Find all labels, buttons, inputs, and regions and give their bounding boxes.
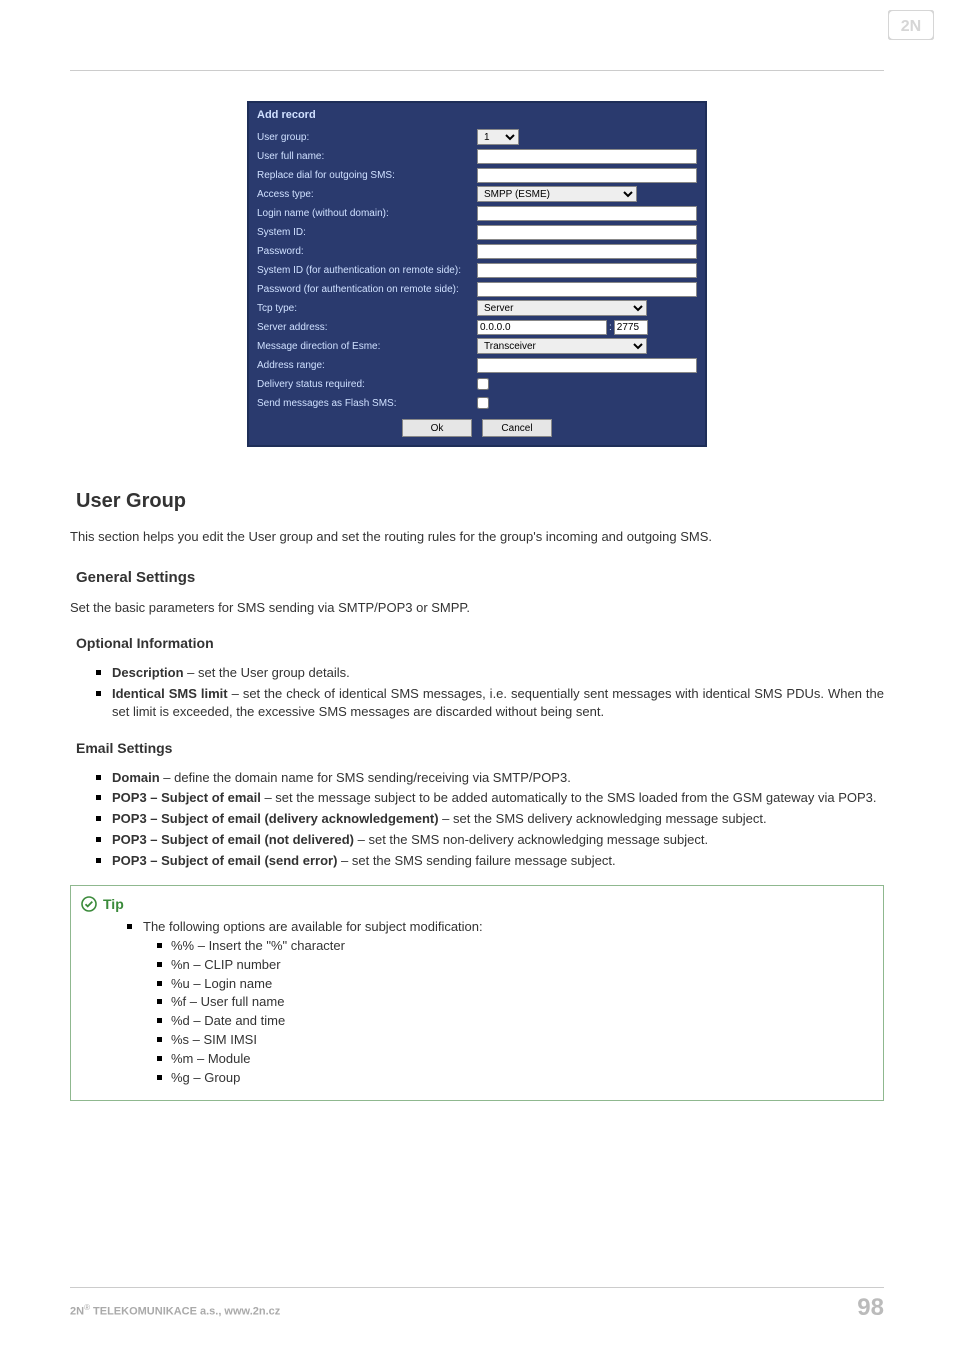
list-item: %s – SIM IMSI [171,1031,873,1050]
header-rule [70,70,884,71]
add-record-dialog: Add record User group: 1 User full name:… [247,101,707,447]
heading-optional-info: Optional Information [76,633,884,653]
user-group-select[interactable]: 1 [477,129,519,145]
password-input[interactable] [477,244,697,259]
access-type-select[interactable]: SMPP (ESME) [477,186,637,202]
list-item: POP3 – Subject of email (send error) – s… [112,852,884,871]
label-user-group: User group: [257,132,477,143]
list-item: Identical SMS limit – set the check of i… [112,685,884,723]
tip-sublist: %% – Insert the "%" character %n – CLIP … [143,937,873,1088]
list-item: POP3 – Subject of email (delivery acknow… [112,810,884,829]
heading-general-settings: General Settings [76,567,884,589]
list-item: POP3 – Subject of email (not delivered) … [112,831,884,850]
label-replace-dial: Replace dial for outgoing SMS: [257,170,477,181]
server-address-input[interactable] [477,320,607,335]
tip-intro: The following options are available for … [143,919,483,934]
list-item: The following options are available for … [143,918,873,1088]
tcp-type-select[interactable]: Server [477,300,647,316]
label-msg-direction: Message direction of Esme: [257,341,477,352]
cancel-button[interactable]: Cancel [482,419,552,437]
label-delivery-status: Delivery status required: [257,379,477,390]
label-access-type: Access type: [257,189,477,200]
page-number: 98 [857,1294,884,1322]
flash-sms-check[interactable] [477,397,489,409]
delivery-status-check[interactable] [477,378,489,390]
msg-direction-select[interactable]: Transceiver [477,338,647,354]
brand-logo: 2N [888,10,934,40]
login-name-input[interactable] [477,206,697,221]
label-flash-sms: Send messages as Flash SMS: [257,398,477,409]
tip-label: Tip [103,894,124,914]
address-range-input[interactable] [477,358,697,373]
label-server-address: Server address: [257,322,477,333]
list-item: POP3 – Subject of email – set the messag… [112,789,884,808]
list-item: %f – User full name [171,993,873,1012]
server-port-input[interactable] [614,320,648,335]
label-tcp-type: Tcp type: [257,303,477,314]
heading-user-group: User Group [76,487,884,516]
list-item: %% – Insert the "%" character [171,937,873,956]
svg-text:2N: 2N [901,18,921,35]
label-password: Password: [257,246,477,257]
list-item: %d – Date and time [171,1012,873,1031]
para-user-group: This section helps you edit the User gro… [70,528,884,547]
page-footer: 2N® TELEKOMUNIKACE a.s., www.2n.cz 98 [70,1287,884,1322]
list-item: %n – CLIP number [171,956,873,975]
tip-box: Tip The following options are available … [70,885,884,1101]
label-system-id: System ID: [257,227,477,238]
footer-company: 2N® TELEKOMUNIKACE a.s., www.2n.cz [70,1303,280,1318]
system-id-input[interactable] [477,225,697,240]
list-item: %u – Login name [171,975,873,994]
password-remote-input[interactable] [477,282,697,297]
list-item: Domain – define the domain name for SMS … [112,769,884,788]
optional-list: Description – set the User group details… [70,664,884,723]
ok-button[interactable]: Ok [402,419,472,437]
para-general-settings: Set the basic parameters for SMS sending… [70,599,884,618]
list-item: Description – set the User group details… [112,664,884,683]
label-login-name: Login name (without domain): [257,208,477,219]
label-password-remote: Password (for authentication on remote s… [257,284,477,295]
heading-email-settings: Email Settings [76,738,884,758]
label-user-full-name: User full name: [257,151,477,162]
label-system-id-remote: System ID (for authentication on remote … [257,265,477,276]
check-circle-icon [81,896,97,912]
system-id-remote-input[interactable] [477,263,697,278]
list-item: %g – Group [171,1069,873,1088]
list-item: %m – Module [171,1050,873,1069]
dialog-title: Add record [257,109,697,121]
label-address-range: Address range: [257,360,477,371]
user-full-name-input[interactable] [477,149,697,164]
replace-dial-input[interactable] [477,168,697,183]
email-list: Domain – define the domain name for SMS … [70,769,884,871]
